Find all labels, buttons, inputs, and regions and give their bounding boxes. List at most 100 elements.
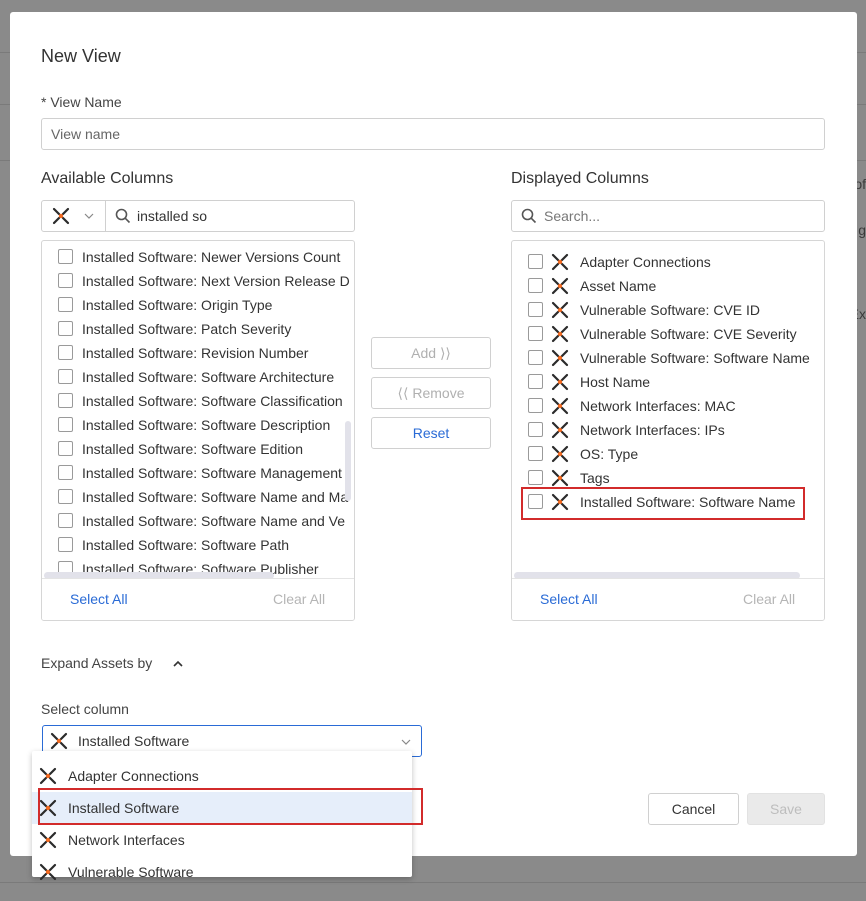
available-select-all-button[interactable]: Select All bbox=[70, 591, 128, 607]
view-name-label: * View Name bbox=[41, 94, 122, 110]
reset-button[interactable]: Reset bbox=[371, 417, 491, 449]
displayed-search-input[interactable]: Search... bbox=[544, 208, 600, 224]
checkbox[interactable] bbox=[58, 369, 73, 384]
list-item-label: Installed Software: Revision Number bbox=[82, 345, 309, 361]
checkbox[interactable] bbox=[528, 278, 543, 293]
available-search-bar: installed so bbox=[41, 200, 355, 232]
search-icon bbox=[521, 208, 537, 224]
checkbox[interactable] bbox=[58, 417, 73, 432]
checkbox[interactable] bbox=[58, 489, 73, 504]
highlight-box bbox=[38, 788, 423, 825]
axonius-adapter-icon bbox=[52, 207, 70, 225]
new-view-dialog: New View * View Name View name Available… bbox=[10, 12, 857, 856]
add-button-label: Add bbox=[411, 345, 437, 361]
checkbox[interactable] bbox=[528, 398, 543, 413]
adapter-filter-dropdown[interactable] bbox=[42, 201, 106, 231]
list-item-label: Installed Software: Software Edition bbox=[82, 441, 304, 457]
available-columns-list: Installed Software: Newer Versions Count… bbox=[41, 240, 355, 621]
displayed-clear-all-button[interactable]: Clear All bbox=[743, 591, 795, 607]
list-item-label: Host Name bbox=[580, 374, 651, 390]
available-columns-title: Available Columns bbox=[41, 170, 174, 187]
add-button[interactable]: Add ⟩⟩ bbox=[371, 337, 491, 369]
checkbox[interactable] bbox=[58, 513, 73, 528]
dropdown-option-label: Network Interfaces bbox=[68, 832, 185, 848]
dialog-title: New View bbox=[41, 46, 121, 66]
remove-button[interactable]: ⟨⟨ Remove bbox=[371, 377, 491, 409]
list-item-label: Installed Software: Software Classificat… bbox=[82, 393, 343, 409]
list-item-label: Installed Software: Software Name and Ma bbox=[82, 489, 349, 505]
checkbox[interactable] bbox=[58, 393, 73, 408]
list-item-label: Tags bbox=[580, 470, 610, 486]
save-button[interactable]: Save bbox=[747, 793, 825, 825]
axonius-adapter-icon bbox=[551, 349, 569, 367]
checkbox[interactable] bbox=[58, 249, 73, 264]
checkbox[interactable] bbox=[528, 302, 543, 317]
axonius-adapter-icon bbox=[551, 397, 569, 415]
view-name-placeholder: View name bbox=[51, 126, 121, 142]
chevron-up-icon[interactable] bbox=[172, 659, 184, 669]
list-item-label: Installed Software: Patch Severity bbox=[82, 321, 292, 337]
axonius-adapter-icon bbox=[551, 301, 569, 319]
list-item-label: Vulnerable Software: Software Name bbox=[580, 350, 810, 366]
list-item-label: Network Interfaces: MAC bbox=[580, 398, 736, 414]
checkbox[interactable] bbox=[528, 254, 543, 269]
axonius-adapter-icon bbox=[551, 277, 569, 295]
select-column-value: Installed Software bbox=[78, 733, 190, 749]
list-item-label: Asset Name bbox=[580, 278, 657, 294]
checkbox[interactable] bbox=[58, 537, 73, 552]
chevron-down-icon bbox=[401, 739, 411, 745]
axonius-adapter-icon bbox=[551, 373, 569, 391]
checkbox[interactable] bbox=[58, 297, 73, 312]
list-item-label: Installed Software: Software Name and Ve bbox=[82, 513, 346, 529]
axonius-adapter-icon bbox=[39, 831, 57, 849]
list-item-label: Installed Software: Software Description bbox=[82, 417, 331, 433]
checkbox[interactable] bbox=[528, 350, 543, 365]
list-item-label: Installed Software: Software Management bbox=[82, 465, 342, 481]
list-item-label: Vulnerable Software: CVE Severity bbox=[580, 326, 797, 342]
expand-assets-label: Expand Assets by bbox=[41, 655, 153, 671]
checkbox[interactable] bbox=[528, 326, 543, 341]
cancel-button[interactable]: Cancel bbox=[648, 793, 739, 825]
axonius-adapter-icon bbox=[551, 469, 569, 487]
axonius-adapter-icon bbox=[50, 732, 68, 750]
available-clear-all-button[interactable]: Clear All bbox=[273, 591, 325, 607]
search-icon bbox=[115, 208, 131, 224]
axonius-adapter-icon bbox=[551, 445, 569, 463]
list-item-label: Installed Software: Next Version Release… bbox=[82, 273, 350, 289]
checkbox[interactable] bbox=[58, 345, 73, 360]
checkbox[interactable] bbox=[528, 470, 543, 485]
view-name-input[interactable]: View name bbox=[41, 118, 825, 150]
checkbox[interactable] bbox=[58, 321, 73, 336]
checkbox[interactable] bbox=[528, 446, 543, 461]
checkbox[interactable] bbox=[528, 422, 543, 437]
checkbox[interactable] bbox=[58, 465, 73, 480]
select-column-label: Select column bbox=[41, 701, 129, 717]
list-item-label: Network Interfaces: IPs bbox=[580, 422, 725, 438]
displayed-footer: Select All Clear All bbox=[512, 578, 824, 620]
available-search-input[interactable]: installed so bbox=[137, 208, 207, 224]
axonius-adapter-icon bbox=[551, 325, 569, 343]
list-item-label: Installed Software: Newer Versions Count bbox=[82, 249, 341, 265]
bg-text-fragment: g bbox=[858, 222, 866, 238]
chevron-down-icon bbox=[84, 213, 94, 219]
checkbox[interactable] bbox=[58, 273, 73, 288]
axonius-adapter-icon bbox=[551, 421, 569, 439]
checkbox[interactable] bbox=[528, 374, 543, 389]
list-item-label: OS: Type bbox=[580, 446, 639, 462]
available-footer: Select All Clear All bbox=[42, 578, 354, 620]
axonius-adapter-icon bbox=[39, 863, 57, 881]
checkbox[interactable] bbox=[58, 441, 73, 456]
dropdown-option[interactable]: Vulnerable Software bbox=[32, 856, 412, 881]
displayed-columns-title: Displayed Columns bbox=[511, 170, 649, 187]
double-chevron-left-icon: ⟨⟨ bbox=[397, 385, 409, 401]
displayed-select-all-button[interactable]: Select All bbox=[540, 591, 598, 607]
axonius-adapter-icon bbox=[551, 253, 569, 271]
double-chevron-right-icon: ⟩⟩ bbox=[439, 345, 451, 361]
list-item-label: Adapter Connections bbox=[580, 254, 711, 270]
remove-button-label: Remove bbox=[412, 385, 465, 401]
dropdown-option[interactable]: Network Interfaces bbox=[32, 824, 412, 856]
bg-divider bbox=[0, 882, 866, 883]
list-item-label: Installed Software: Software Path bbox=[82, 537, 289, 553]
list-item-label: Installed Software: Origin Type bbox=[82, 297, 273, 313]
vertical-scrollbar[interactable] bbox=[345, 421, 351, 501]
